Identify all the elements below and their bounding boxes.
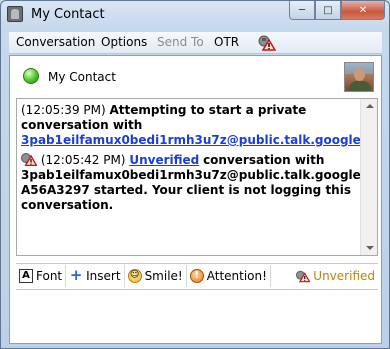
timestamp: (12:05:39 PM) (21, 103, 106, 117)
close-icon: ✕ (358, 4, 368, 16)
unverified-warning-icon (296, 270, 311, 282)
contact-address-link[interactable]: 3pab1eilfamux0bedi1rmh3u7z@public.talk.g… (21, 133, 377, 147)
insert-label: Insert (86, 268, 121, 283)
font-label: Font (36, 268, 63, 283)
attention-icon: ! (189, 268, 204, 283)
format-toolbar: A Font + Insert ☺ Smile! ! Attention! Un… (16, 263, 378, 287)
pidgin-app-icon[interactable] (7, 6, 23, 22)
caption-buttons: ─ □ ✕ (289, 1, 385, 20)
font-icon: A (19, 268, 33, 283)
font-button[interactable]: A Font (16, 264, 67, 287)
message-input[interactable] (16, 289, 378, 341)
minimize-button[interactable]: ─ (289, 1, 315, 20)
menu-bar: Conversation Options Send To OTR (9, 32, 382, 54)
insert-icon: + (69, 266, 83, 284)
otr-unverified-button[interactable]: Unverified (293, 265, 378, 287)
smiley-icon: ☺ (127, 268, 142, 283)
log-scrollbar[interactable] (360, 99, 377, 255)
attention-label: Attention! (206, 268, 267, 283)
scroll-up-arrow-icon[interactable] (366, 104, 374, 108)
unverified-warning-icon[interactable] (258, 34, 276, 51)
log-content: (12:05:39 PM) Attempting to start a priv… (21, 103, 377, 217)
smile-button[interactable]: ☺ Smile! (125, 264, 187, 287)
unverified-link[interactable]: Unverified (129, 153, 199, 167)
attention-button[interactable]: ! Attention! (187, 264, 271, 287)
smile-label: Smile! (144, 268, 183, 283)
menu-send-to[interactable]: Send To (157, 35, 204, 49)
contact-header: My Contact (10, 56, 381, 96)
minimize-icon: ─ (298, 4, 306, 16)
log-entry: (12:05:42 PM) Unverified conversation wi… (21, 152, 377, 213)
title-bar[interactable]: My Contact ─ □ ✕ (1, 1, 389, 31)
conversation-pane: My Contact (12:05:39 PM) Attempting to s… (9, 55, 382, 344)
unverified-warning-icon (21, 153, 37, 166)
conversation-window: My Contact ─ □ ✕ Conversation Options Se… (0, 0, 390, 349)
maximize-icon: □ (323, 4, 333, 16)
timestamp: (12:05:42 PM) (40, 153, 126, 167)
maximize-button[interactable]: □ (315, 1, 341, 20)
menu-options[interactable]: Options (101, 35, 147, 49)
available-status-icon (23, 68, 39, 84)
menu-conversation[interactable]: Conversation (16, 35, 95, 49)
scroll-down-arrow-icon[interactable] (366, 246, 374, 250)
close-button[interactable]: ✕ (341, 1, 385, 20)
menu-otr[interactable]: OTR (214, 35, 239, 49)
contact-name[interactable]: My Contact (48, 70, 116, 84)
unverified-label: Unverified (313, 268, 375, 283)
window-title: My Contact (31, 7, 105, 22)
conversation-log[interactable]: (12:05:39 PM) Attempting to start a priv… (16, 98, 378, 256)
log-entry: (12:05:39 PM) Attempting to start a priv… (21, 103, 377, 148)
buddy-avatar[interactable] (344, 62, 374, 92)
insert-button[interactable]: + Insert (66, 264, 125, 287)
